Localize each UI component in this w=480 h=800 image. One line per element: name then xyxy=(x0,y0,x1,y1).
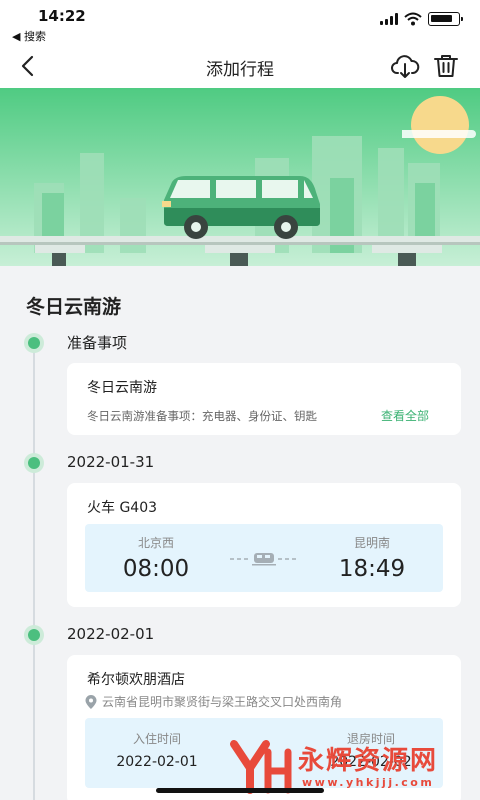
prep-description: 冬日云南游准备事项：充电器、身份证、钥匙 xyxy=(87,409,317,423)
prep-card-title: 冬日云南游 xyxy=(87,380,157,396)
view-all-link[interactable]: 查看全部 xyxy=(381,407,429,424)
timeline-dot xyxy=(24,625,44,645)
trash-icon[interactable] xyxy=(432,52,460,80)
timeline-line xyxy=(33,344,35,800)
hotel-address-row: 云南省昆明市聚贤街与梁王路交叉口处西南角 xyxy=(85,693,342,710)
trip-banner-illustration xyxy=(0,88,480,266)
watermark-text: 永辉资源网 xyxy=(298,746,439,776)
back-to-search-link[interactable]: ◀ 搜索 xyxy=(12,28,46,44)
timeline-dot xyxy=(24,333,44,353)
hotel-name: 希尔顿欢朋酒店 xyxy=(87,672,185,688)
train-info-box: 北京西 08:00 昆明南 18:49 xyxy=(85,524,443,592)
location-pin-icon xyxy=(85,694,97,709)
prep-card[interactable]: 冬日云南游 冬日云南游准备事项：充电器、身份证、钥匙 查看全部 xyxy=(67,363,461,435)
nav-bar: 添加行程 xyxy=(0,44,480,88)
status-icons xyxy=(380,12,463,26)
wifi-icon xyxy=(404,12,422,26)
arrival-station: 昆明南 xyxy=(353,536,390,550)
hotel-address: 云南省昆明市聚贤街与梁王路交叉口处西南角 xyxy=(102,695,343,709)
train-title: 火车 G403 xyxy=(87,500,158,516)
battery-icon xyxy=(428,12,463,26)
day1-date: 2022-01-31 xyxy=(67,453,155,471)
trip-title: 冬日云南游 xyxy=(26,296,122,318)
status-time: 14:22 xyxy=(38,7,86,25)
watermark-url: www.yhkjjj.com xyxy=(302,776,435,789)
arrival-time: 18:49 xyxy=(338,556,406,582)
departure-time: 08:00 xyxy=(122,556,190,582)
day2-date: 2022-02-01 xyxy=(67,625,155,643)
home-indicator xyxy=(156,788,324,793)
checkin-date: 2022-02-01 xyxy=(116,754,198,770)
departure-station: 北京西 xyxy=(137,536,174,550)
prep-section-label: 准备事项 xyxy=(67,334,128,352)
timeline-dot xyxy=(24,453,44,473)
cellular-signal-icon xyxy=(380,13,398,25)
itinerary-content: 冬日云南游 准备事项 冬日云南游 冬日云南游准备事项：充电器、身份证、钥匙 查看… xyxy=(0,266,480,800)
checkin-label: 入住时间 xyxy=(132,732,181,746)
train-icon xyxy=(230,553,298,566)
train-card[interactable]: 火车 G403 北京西 08:00 昆明南 18:49 xyxy=(67,483,461,607)
status-bar: 14:22 ◀ 搜索 xyxy=(0,0,480,44)
cloud-download-icon[interactable] xyxy=(390,52,420,80)
